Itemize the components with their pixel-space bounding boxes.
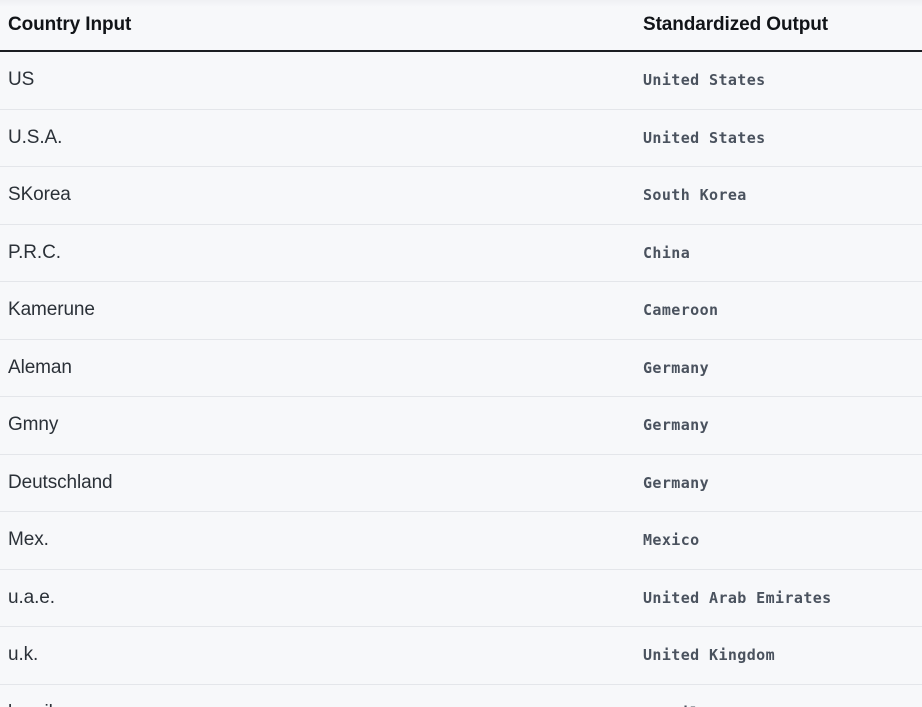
table-viewport: Country Input Standardized Output US Uni… xyxy=(0,0,922,707)
cell-country-input: u.a.e. xyxy=(0,569,641,627)
cell-country-input: Deutschland xyxy=(0,454,641,512)
cell-standardized-output: United States xyxy=(641,109,922,167)
cell-standardized-output: Cameroon xyxy=(641,281,922,340)
table-row: Gmny Germany xyxy=(0,396,922,455)
table-row: brasil Brazil xyxy=(0,684,922,707)
table-row: Kamerune Cameroon xyxy=(0,281,922,340)
table-row: u.a.e. United Arab Emirates xyxy=(0,569,922,627)
cell-standardized-output: United Kingdom xyxy=(641,626,922,685)
cell-standardized-output: South Korea xyxy=(641,166,922,225)
cell-country-input: Aleman xyxy=(0,339,641,397)
table-row: P.R.C. China xyxy=(0,224,922,282)
cell-standardized-output: United States xyxy=(641,51,922,110)
cell-standardized-output: Germany xyxy=(641,396,922,455)
column-header-standardized-output: Standardized Output xyxy=(641,0,922,52)
table-header-row: Country Input Standardized Output xyxy=(0,0,922,52)
table-row: Deutschland Germany xyxy=(0,454,922,512)
cell-standardized-output: Mexico xyxy=(641,511,922,570)
cell-country-input: Kamerune xyxy=(0,281,641,340)
cell-country-input: SKorea xyxy=(0,166,641,225)
table-row: Mex. Mexico xyxy=(0,511,922,570)
cell-standardized-output: Germany xyxy=(641,454,922,512)
cell-standardized-output: United Arab Emirates xyxy=(641,569,922,627)
country-standardization-table: Country Input Standardized Output US Uni… xyxy=(0,0,922,707)
column-header-country-input: Country Input xyxy=(0,0,641,52)
table-row: U.S.A. United States xyxy=(0,109,922,167)
table-row: Aleman Germany xyxy=(0,339,922,397)
table-body: US United States U.S.A. United States SK… xyxy=(0,51,922,707)
cell-country-input: U.S.A. xyxy=(0,109,641,167)
cell-country-input: US xyxy=(0,51,641,110)
cell-country-input: brasil xyxy=(0,684,641,707)
cell-country-input: Mex. xyxy=(0,511,641,570)
table-row: u.k. United Kingdom xyxy=(0,626,922,685)
table-row: US United States xyxy=(0,51,922,110)
table-header: Country Input Standardized Output xyxy=(0,0,922,52)
cell-country-input: u.k. xyxy=(0,626,641,685)
cell-standardized-output: Brazil xyxy=(641,684,922,707)
cell-standardized-output: China xyxy=(641,224,922,282)
cell-country-input: P.R.C. xyxy=(0,224,641,282)
cell-standardized-output: Germany xyxy=(641,339,922,397)
cell-country-input: Gmny xyxy=(0,396,641,455)
table-row: SKorea South Korea xyxy=(0,166,922,225)
